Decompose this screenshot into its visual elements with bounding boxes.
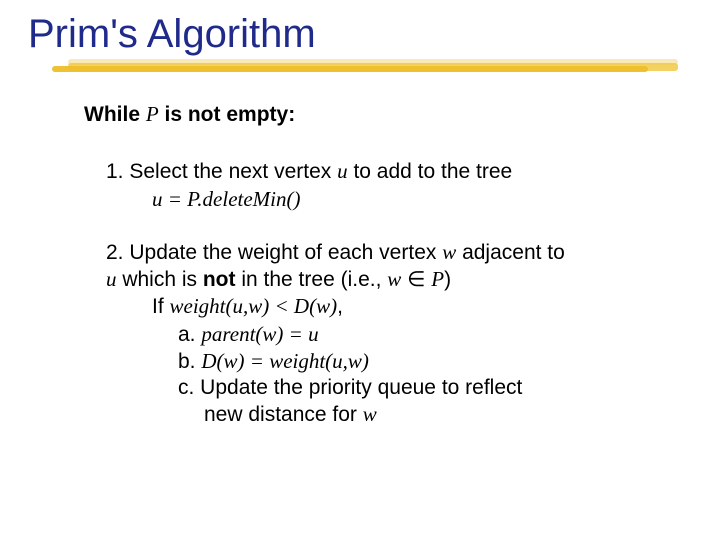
var-P: P (431, 267, 444, 291)
step-1-assign: u = P.deleteMin() (152, 186, 692, 213)
var-u: u (337, 159, 348, 183)
text: 2. Update the weight of each vertex (106, 241, 442, 264)
step-2-if: If weight(u,w) < D(w), (152, 293, 692, 320)
step-2c-line2: new distance for w (204, 401, 692, 428)
code: u = P.deleteMin() (152, 187, 301, 211)
text: is not empty: (159, 103, 296, 126)
step-1-line: 1. Select the next vertex u to add to th… (106, 158, 692, 185)
step-2b: b. D(w) = weight(u,w) (178, 348, 692, 375)
code: parent(w) = u (201, 322, 318, 346)
slide: Prim's Algorithm While P is not empty: 1… (0, 0, 720, 540)
text: , (337, 295, 343, 318)
step-2: 2. Update the weight of each vertex w ad… (106, 239, 692, 429)
var-w: w (363, 402, 377, 426)
slide-title: Prim's Algorithm (28, 12, 692, 57)
emph-not: not (203, 268, 236, 291)
step-2-line2: u which is not in the tree (i.e., w ∈ P) (106, 266, 692, 293)
step-1: 1. Select the next vertex u to add to th… (106, 158, 692, 213)
var-w: w (442, 240, 456, 264)
step-2-line1: 2. Update the weight of each vertex w ad… (106, 239, 692, 266)
text: adjacent to (456, 241, 565, 264)
condition: weight(u,w) < D(w) (170, 294, 338, 318)
title-underline (22, 59, 698, 73)
elem-symbol: ∈ (401, 268, 431, 291)
var-w: w (387, 267, 401, 291)
code: D(w) = weight(u,w) (201, 349, 369, 373)
text: c. Update the priority queue to reflect (178, 376, 522, 399)
slide-body: While P is not empty: 1. Select the next… (84, 101, 692, 429)
text: in the tree (i.e., (236, 268, 388, 291)
text: a. (178, 323, 201, 346)
text: which is (117, 268, 203, 291)
var-u: u (106, 267, 117, 291)
underline-stroke (52, 66, 648, 72)
step-2c-line1: c. Update the priority queue to reflect (178, 375, 692, 401)
text: b. (178, 350, 201, 373)
while-condition: While P is not empty: (84, 101, 692, 128)
text: While (84, 103, 146, 126)
step-2a: a. parent(w) = u (178, 321, 692, 348)
text: ) (444, 268, 451, 291)
text: If (152, 295, 170, 318)
text: new distance for (204, 403, 363, 426)
text: 1. Select the next vertex (106, 160, 337, 183)
var-P: P (146, 102, 159, 126)
text: to add to the tree (348, 160, 513, 183)
